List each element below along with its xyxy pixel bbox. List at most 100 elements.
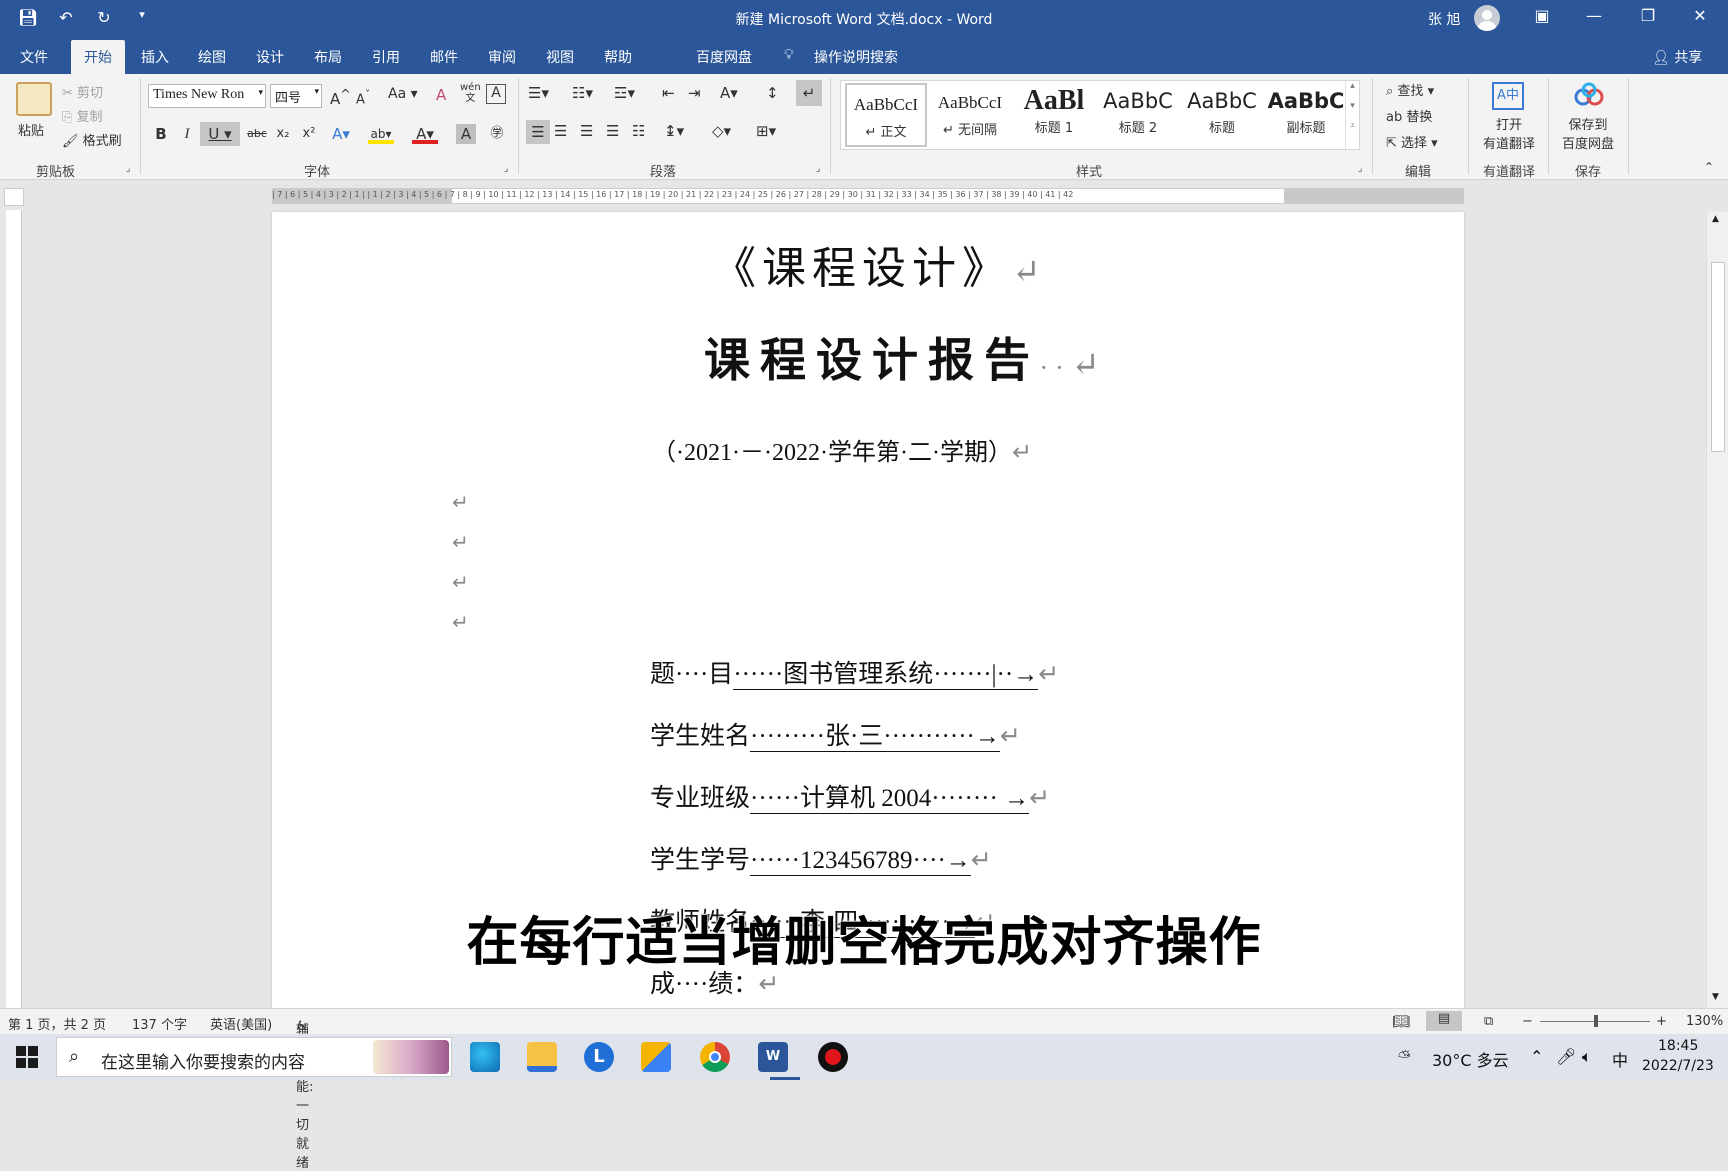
- highlight-icon[interactable]: ab▾: [368, 122, 394, 144]
- copy-button[interactable]: ⎘ 复制: [62, 106, 103, 125]
- tab-selector[interactable]: [4, 188, 24, 206]
- ribbon-display-icon[interactable]: ▣: [1528, 6, 1556, 25]
- scroll-up-icon[interactable]: ▲: [1712, 214, 1719, 224]
- show-marks-icon[interactable]: ↵: [796, 80, 822, 106]
- italic-icon[interactable]: I: [174, 122, 200, 146]
- clock-time[interactable]: 18:45: [1658, 1038, 1698, 1054]
- dialog-launcher-icon[interactable]: ⌟: [816, 164, 820, 174]
- zoom-level[interactable]: 130%: [1686, 1014, 1723, 1029]
- taskbar-search[interactable]: ⌕ 在这里输入你要搜索的内容: [56, 1037, 452, 1077]
- microphone-icon[interactable]: 🎤︎: [1556, 1047, 1576, 1066]
- dialog-launcher-icon[interactable]: ⌟: [126, 164, 130, 174]
- paste-button[interactable]: 粘贴: [18, 120, 44, 139]
- tab-draw[interactable]: 绘图: [198, 47, 226, 67]
- distributed-icon[interactable]: ☷: [632, 122, 645, 140]
- volume-icon[interactable]: 🔈︎: [1582, 1047, 1592, 1067]
- zoom-out-button[interactable]: −: [1522, 1014, 1533, 1029]
- edge-icon[interactable]: [470, 1042, 500, 1072]
- tab-insert[interactable]: 插入: [141, 47, 169, 67]
- sort-icon[interactable]: ↕: [766, 84, 779, 102]
- subscript-icon[interactable]: x₂: [270, 122, 296, 146]
- style-no-spacing[interactable]: AaBbCcI ↵ 无间隔: [929, 83, 1011, 147]
- text-effects-icon[interactable]: A▾: [328, 122, 354, 146]
- tab-baidu-netdisk[interactable]: 百度网盘: [696, 47, 752, 67]
- strikethrough-icon[interactable]: abc: [244, 122, 270, 146]
- avatar[interactable]: [1474, 5, 1500, 31]
- superscript-icon[interactable]: x²: [296, 122, 322, 146]
- shading-icon[interactable]: ◇▾: [712, 122, 731, 140]
- tab-home[interactable]: 开始: [71, 40, 125, 74]
- tab-design[interactable]: 设计: [256, 47, 284, 67]
- bullets-icon[interactable]: ☰▾: [528, 84, 549, 102]
- vertical-scrollbar[interactable]: ▲ ▼: [1706, 212, 1728, 1008]
- numbering-icon[interactable]: ☷▾: [572, 84, 593, 102]
- clear-formatting-icon[interactable]: A: [436, 86, 446, 104]
- enclose-char-icon[interactable]: ㊫: [484, 122, 510, 146]
- bold-icon[interactable]: B: [148, 122, 174, 146]
- record-icon[interactable]: [818, 1042, 848, 1072]
- change-case-button[interactable]: Aa ▾: [388, 86, 418, 102]
- tab-view[interactable]: 视图: [546, 47, 574, 67]
- tell-me-search[interactable]: 操作说明搜索: [814, 47, 898, 67]
- save-to-baidu-button[interactable]: 保存到 百度网盘: [1558, 114, 1618, 152]
- tab-file[interactable]: 文件: [20, 47, 48, 67]
- phonetic-guide-icon[interactable]: wén 文: [460, 82, 481, 104]
- document-page[interactable]: 《课程设计》↵ 课程设计报告··↵ （·2021·－·2022·学年第·二·学期…: [272, 212, 1464, 1012]
- font-name-select[interactable]: Times New Ron ▾: [148, 84, 266, 108]
- open-youdao-button[interactable]: 打开 有道翻译: [1480, 114, 1538, 152]
- web-layout-icon[interactable]: ⧉: [1484, 1014, 1493, 1029]
- shrink-font-icon[interactable]: Aˇ: [356, 88, 370, 107]
- align-center-icon[interactable]: ☰: [554, 122, 567, 140]
- dialog-launcher-icon[interactable]: ⌟: [1358, 164, 1362, 174]
- grow-font-icon[interactable]: A^: [330, 86, 351, 108]
- share-button[interactable]: 👤︎ 共享: [1652, 47, 1702, 67]
- windows-start-icon[interactable]: [16, 1046, 38, 1068]
- style-heading2[interactable]: AaBbC 标题 2: [1097, 83, 1179, 147]
- chinese-layout-icon[interactable]: A▾: [720, 84, 738, 102]
- zoom-slider-thumb[interactable]: [1594, 1015, 1598, 1027]
- select-button[interactable]: ⇱ 选择 ▾: [1386, 132, 1438, 151]
- find-button[interactable]: ⌕ 查找 ▾: [1386, 80, 1434, 99]
- increase-indent-icon[interactable]: ⇥: [688, 84, 701, 102]
- underline-icon[interactable]: U ▾: [200, 122, 240, 146]
- show-hidden-icons[interactable]: ⌃: [1530, 1047, 1543, 1066]
- word-taskbar-icon[interactable]: W: [758, 1042, 788, 1072]
- chrome-icon[interactable]: [700, 1042, 730, 1072]
- justify-icon[interactable]: ☰: [606, 122, 619, 140]
- align-right-icon[interactable]: ☰: [580, 122, 593, 140]
- style-heading1[interactable]: AaBl 标题 1: [1013, 83, 1095, 147]
- weather-text[interactable]: 30°C 多云: [1432, 1047, 1509, 1071]
- format-painter-button[interactable]: 🖌︎ 格式刷: [62, 130, 122, 149]
- read-mode-icon[interactable]: 📖︎: [1392, 1014, 1410, 1030]
- scroll-thumb[interactable]: [1711, 262, 1725, 452]
- restore-icon[interactable]: ❐: [1634, 6, 1662, 25]
- align-left-icon[interactable]: ☰: [526, 120, 550, 144]
- language-status[interactable]: 英语(美国): [210, 1014, 272, 1033]
- collapse-ribbon-icon[interactable]: ⌃: [1704, 160, 1714, 174]
- dialog-launcher-icon[interactable]: ⌟: [504, 164, 508, 174]
- tab-review[interactable]: 审阅: [488, 47, 516, 67]
- tab-mailings[interactable]: 邮件: [430, 47, 458, 67]
- horizontal-ruler[interactable]: | 7 | 6 | 5 | 4 | 3 | 2 | 1 | | 1 | 2 | …: [272, 188, 1464, 204]
- file-explorer-icon[interactable]: [527, 1042, 557, 1072]
- zoom-in-button[interactable]: +: [1656, 1014, 1667, 1029]
- char-border-icon[interactable]: A: [486, 84, 506, 104]
- font-size-select[interactable]: 四号 ▾: [270, 84, 322, 108]
- clock-date[interactable]: 2022/7/23: [1642, 1058, 1714, 1074]
- line-spacing-icon[interactable]: ↨▾: [664, 122, 684, 140]
- print-layout-icon[interactable]: ▤: [1426, 1011, 1462, 1031]
- borders-icon[interactable]: ⊞▾: [756, 122, 776, 140]
- tab-references[interactable]: 引用: [372, 47, 400, 67]
- word-count[interactable]: 137 个字: [132, 1014, 187, 1033]
- weather-icon[interactable]: ⛅︎: [1398, 1047, 1411, 1067]
- minimize-icon[interactable]: —: [1580, 6, 1608, 25]
- lenovo-app-icon[interactable]: L: [584, 1042, 614, 1072]
- style-title[interactable]: AaBbC 标题: [1181, 83, 1263, 147]
- ime-indicator[interactable]: 中: [1612, 1047, 1628, 1071]
- styles-scroll[interactable]: ▴ ▾ ⩡: [1345, 81, 1359, 149]
- style-subtitle[interactable]: AaBbC 副标题: [1265, 83, 1347, 147]
- cut-button[interactable]: ✂ 剪切: [62, 82, 103, 101]
- vertical-ruler[interactable]: [6, 210, 22, 1010]
- decrease-indent-icon[interactable]: ⇤: [662, 84, 675, 102]
- font-color-icon[interactable]: A▾: [412, 122, 438, 144]
